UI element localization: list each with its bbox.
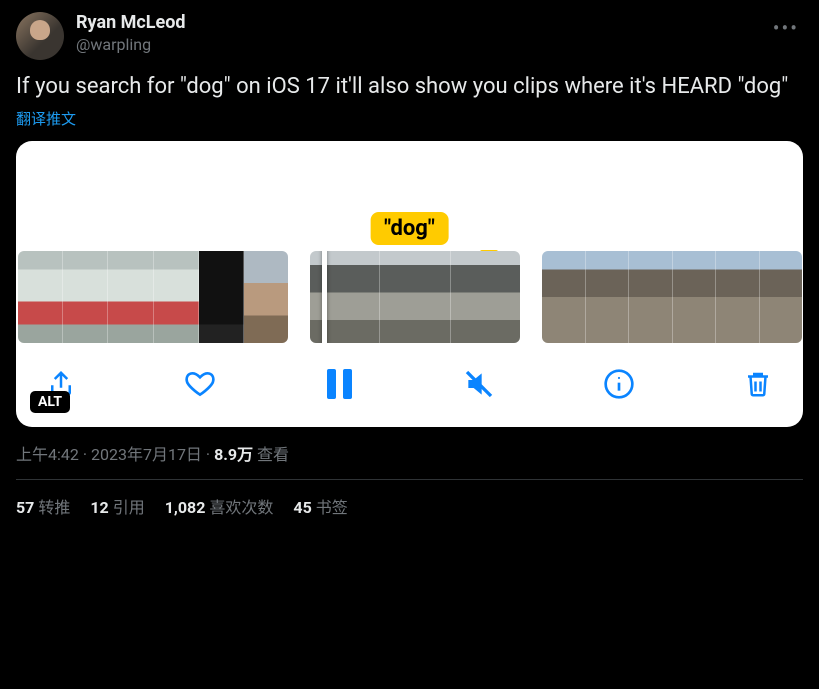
filmstrip[interactable] (16, 251, 803, 343)
avatar[interactable] (16, 12, 64, 60)
translate-link[interactable]: 翻译推文 (16, 108, 76, 129)
media-toolbar (16, 343, 803, 427)
thumbnail (716, 251, 760, 343)
retweets-stat[interactable]: 57转推 (16, 494, 70, 518)
likes-stat[interactable]: 1,082喜欢次数 (165, 494, 274, 518)
search-tag-label: "dog" (370, 212, 449, 245)
handle: @warpling (76, 35, 757, 55)
clip-1[interactable] (18, 251, 288, 343)
thumbnail (760, 251, 803, 343)
divider (16, 479, 803, 480)
thumbnail (108, 251, 153, 343)
thumbnail (542, 251, 586, 343)
thumbnail (629, 251, 673, 343)
thumbnail (310, 251, 380, 343)
bookmarks-stat[interactable]: 45书签 (293, 494, 347, 518)
display-name: Ryan McLeod (76, 12, 757, 35)
playhead[interactable] (322, 251, 327, 343)
thumbnail (673, 251, 717, 343)
tweet-container: Ryan McLeod @warpling ••• If you search … (0, 0, 819, 530)
thumbnail (451, 251, 520, 343)
stats-row: 57转推 12引用 1,082喜欢次数 45书签 (16, 494, 803, 518)
tweet-header: Ryan McLeod @warpling ••• (16, 12, 803, 60)
meta-line[interactable]: 上午4:42 · 2023年7月17日 · 8.9万 查看 (16, 441, 803, 465)
date: 2023年7月17日 (91, 445, 202, 464)
views-count: 8.9万 (214, 445, 253, 464)
info-icon[interactable] (602, 367, 636, 401)
tweet-text: If you search for "dog" on iOS 17 it'll … (16, 72, 803, 102)
thumbnail (199, 251, 244, 343)
clip-3[interactable] (542, 251, 802, 343)
thumbnail (154, 251, 199, 343)
clip-2[interactable] (310, 251, 520, 343)
thumbnail (380, 251, 450, 343)
alt-badge[interactable]: ALT (30, 391, 70, 413)
author-names[interactable]: Ryan McLeod @warpling (76, 12, 757, 55)
thumbnail (18, 251, 63, 343)
trash-icon[interactable] (741, 367, 775, 401)
caption-area: "dog" (16, 141, 803, 251)
thumbnail (586, 251, 630, 343)
pause-icon[interactable] (323, 367, 357, 401)
heart-icon[interactable] (183, 367, 217, 401)
time: 上午4:42 (16, 445, 79, 464)
thumbnail (244, 251, 288, 343)
quotes-stat[interactable]: 12引用 (90, 494, 144, 518)
views-label: 查看 (253, 445, 289, 464)
mute-icon[interactable] (462, 367, 496, 401)
more-options-icon[interactable]: ••• (769, 12, 803, 44)
media-card[interactable]: "dog" (16, 141, 803, 427)
thumbnail (63, 251, 108, 343)
